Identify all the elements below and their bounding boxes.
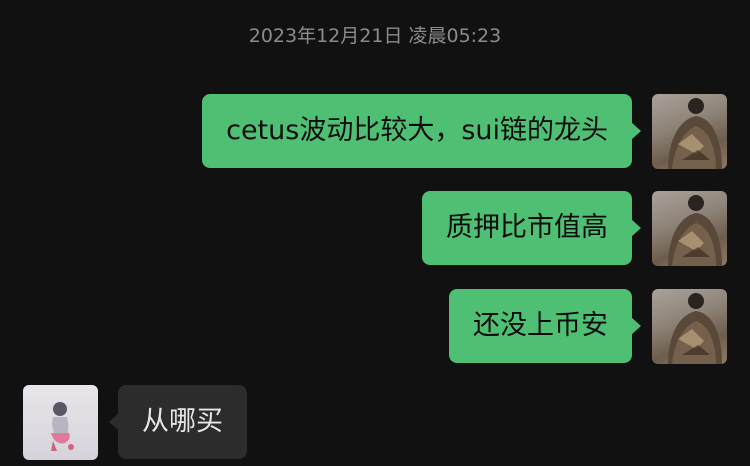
message-text: 质押比市值高 bbox=[446, 212, 608, 243]
self-avatar[interactable] bbox=[652, 94, 727, 169]
message-text: 从哪买 bbox=[142, 406, 223, 437]
contact-avatar-photo-icon bbox=[51, 402, 74, 451]
message-text: 还没上币安 bbox=[473, 310, 608, 341]
contact-avatar[interactable] bbox=[23, 385, 98, 460]
user-avatar-photo-icon bbox=[668, 293, 722, 364]
message-bubble-outgoing[interactable]: cetus波动比较大，sui链的龙头 bbox=[202, 94, 641, 168]
self-avatar[interactable] bbox=[652, 191, 727, 266]
message-bubble-outgoing[interactable]: 质押比市值高 bbox=[422, 191, 641, 265]
user-avatar-photo-icon bbox=[668, 98, 722, 169]
message-timestamp: 2023年12月21日 凌晨05:23 bbox=[248, 25, 502, 47]
message-bubble-incoming[interactable]: 从哪买 bbox=[109, 385, 247, 459]
user-avatar-photo-icon bbox=[668, 195, 722, 266]
self-avatar[interactable] bbox=[652, 289, 727, 364]
message-bubble-outgoing[interactable]: 还没上币安 bbox=[449, 289, 641, 363]
message-text: cetus波动比较大，sui链的龙头 bbox=[226, 115, 608, 146]
